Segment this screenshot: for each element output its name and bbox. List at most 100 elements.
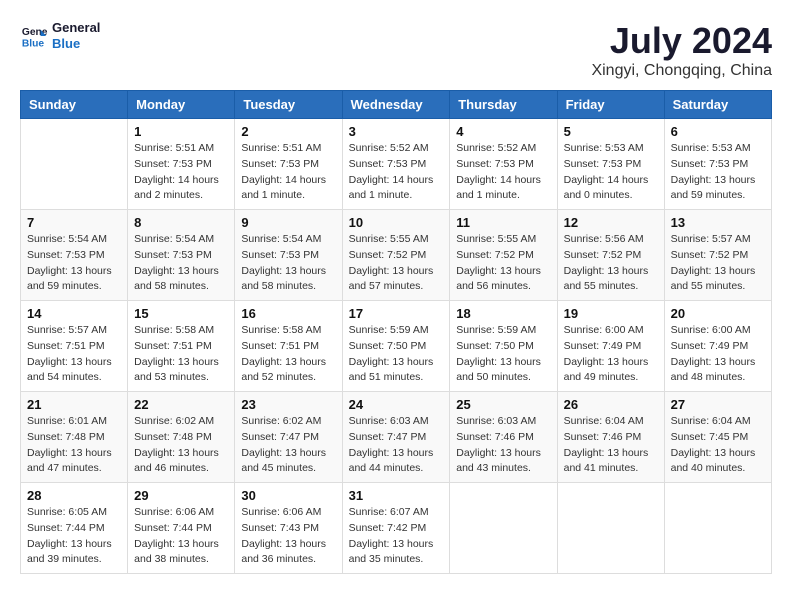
col-header-friday: Friday	[557, 91, 664, 119]
day-number: 5	[564, 124, 658, 139]
day-number: 19	[564, 306, 658, 321]
day-number: 12	[564, 215, 658, 230]
calendar-cell	[21, 119, 128, 210]
day-number: 14	[27, 306, 121, 321]
calendar-cell: 4Sunrise: 5:52 AMSunset: 7:53 PMDaylight…	[450, 119, 557, 210]
day-info: Sunrise: 5:55 AMSunset: 7:52 PMDaylight:…	[349, 232, 444, 295]
day-number: 6	[671, 124, 765, 139]
week-row-4: 21 Sunrise: 6:01 AMSunset: 7:48 PMDayligh…	[21, 392, 772, 483]
day-info: Sunrise: 6:00 AMSunset: 7:49 PMDaylight:…	[671, 323, 765, 386]
calendar-cell: 11Sunrise: 5:55 AMSunset: 7:52 PMDayligh…	[450, 210, 557, 301]
calendar-cell: 7Sunrise: 5:54 AMSunset: 7:53 PMDaylight…	[21, 210, 128, 301]
day-info: Sunrise: 6:01 AMSunset: 7:48 PMDaylight:…	[27, 414, 121, 477]
day-number: 18	[456, 306, 550, 321]
day-number: 28	[27, 488, 121, 503]
day-info: Sunrise: 6:06 AMSunset: 7:43 PMDaylight:…	[241, 505, 335, 568]
day-number: 20	[671, 306, 765, 321]
day-info: Sunrise: 5:54 AMSunset: 7:53 PMDaylight:…	[27, 232, 121, 295]
day-info: Sunrise: 6:02 AMSunset: 7:47 PMDaylight:…	[241, 414, 335, 477]
calendar-cell: 21 Sunrise: 6:01 AMSunset: 7:48 PMDayligh…	[21, 392, 128, 483]
day-number: 25	[456, 397, 550, 412]
day-number: 17	[349, 306, 444, 321]
col-header-monday: Monday	[128, 91, 235, 119]
day-info: Sunrise: 5:58 AMSunset: 7:51 PMDaylight:…	[241, 323, 335, 386]
calendar-cell: 6 Sunrise: 5:53 AMSunset: 7:53 PMDaylight…	[664, 119, 771, 210]
calendar-cell: 12Sunrise: 5:56 AMSunset: 7:52 PMDayligh…	[557, 210, 664, 301]
day-info: Sunrise: 6:04 AMSunset: 7:46 PMDaylight:…	[564, 414, 658, 477]
calendar-cell: 2Sunrise: 5:51 AMSunset: 7:53 PMDaylight…	[235, 119, 342, 210]
logo: General Blue General Blue	[20, 20, 100, 51]
day-info: Sunrise: 5:54 AMSunset: 7:53 PMDaylight:…	[241, 232, 335, 295]
calendar-cell: 17 Sunrise: 5:59 AMSunset: 7:50 PMDayligh…	[342, 301, 450, 392]
day-info: Sunrise: 6:05 AMSunset: 7:44 PMDaylight:…	[27, 505, 121, 568]
title-area: July 2024 Xingyi, Chongqing, China	[591, 20, 772, 80]
calendar-cell: 8Sunrise: 5:54 AMSunset: 7:53 PMDaylight…	[128, 210, 235, 301]
week-row-3: 14 Sunrise: 5:57 AMSunset: 7:51 PMDayligh…	[21, 301, 772, 392]
week-row-2: 7Sunrise: 5:54 AMSunset: 7:53 PMDaylight…	[21, 210, 772, 301]
day-number: 8	[134, 215, 228, 230]
calendar-cell: 18 Sunrise: 5:59 AMSunset: 7:50 PMDayligh…	[450, 301, 557, 392]
day-number: 24	[349, 397, 444, 412]
col-header-tuesday: Tuesday	[235, 91, 342, 119]
calendar-cell	[664, 483, 771, 574]
calendar-cell: 25 Sunrise: 6:03 AMSunset: 7:46 PMDayligh…	[450, 392, 557, 483]
calendar-cell: 28 Sunrise: 6:05 AMSunset: 7:44 PMDayligh…	[21, 483, 128, 574]
calendar-cell: 10 Sunrise: 5:55 AMSunset: 7:52 PMDayligh…	[342, 210, 450, 301]
main-title: July 2024	[591, 20, 772, 62]
calendar-cell: 5 Sunrise: 5:53 AMSunset: 7:53 PMDaylight…	[557, 119, 664, 210]
calendar-cell: 23Sunrise: 6:02 AMSunset: 7:47 PMDayligh…	[235, 392, 342, 483]
calendar-cell: 15 Sunrise: 5:58 AMSunset: 7:51 PMDayligh…	[128, 301, 235, 392]
day-info: Sunrise: 5:59 AMSunset: 7:50 PMDaylight:…	[349, 323, 444, 386]
day-info: Sunrise: 6:00 AMSunset: 7:49 PMDaylight:…	[564, 323, 658, 386]
day-number: 26	[564, 397, 658, 412]
header: General Blue General Blue July 2024 Xing…	[20, 20, 772, 80]
day-number: 21	[27, 397, 121, 412]
day-number: 16	[241, 306, 335, 321]
day-number: 13	[671, 215, 765, 230]
calendar-header-row: SundayMondayTuesdayWednesdayThursdayFrid…	[21, 91, 772, 119]
day-info: Sunrise: 5:53 AMSunset: 7:53 PMDaylight:…	[564, 141, 658, 204]
day-number: 9	[241, 215, 335, 230]
day-info: Sunrise: 6:07 AMSunset: 7:42 PMDaylight:…	[349, 505, 444, 568]
logo-line2: Blue	[52, 36, 100, 52]
day-info: Sunrise: 5:53 AMSunset: 7:53 PMDaylight:…	[671, 141, 765, 204]
day-number: 15	[134, 306, 228, 321]
logo-icon: General Blue	[20, 22, 48, 50]
day-number: 3	[349, 124, 444, 139]
day-info: Sunrise: 6:02 AMSunset: 7:48 PMDaylight:…	[134, 414, 228, 477]
day-number: 10	[349, 215, 444, 230]
day-info: Sunrise: 5:58 AMSunset: 7:51 PMDaylight:…	[134, 323, 228, 386]
calendar: SundayMondayTuesdayWednesdayThursdayFrid…	[20, 90, 772, 574]
calendar-cell	[450, 483, 557, 574]
day-number: 22	[134, 397, 228, 412]
day-info: Sunrise: 6:03 AMSunset: 7:46 PMDaylight:…	[456, 414, 550, 477]
calendar-cell: 30Sunrise: 6:06 AMSunset: 7:43 PMDayligh…	[235, 483, 342, 574]
calendar-cell: 1 Sunrise: 5:51 AMSunset: 7:53 PMDaylight…	[128, 119, 235, 210]
day-number: 4	[456, 124, 550, 139]
day-info: Sunrise: 6:03 AMSunset: 7:47 PMDaylight:…	[349, 414, 444, 477]
day-info: Sunrise: 6:04 AMSunset: 7:45 PMDaylight:…	[671, 414, 765, 477]
col-header-wednesday: Wednesday	[342, 91, 450, 119]
calendar-cell: 20 Sunrise: 6:00 AMSunset: 7:49 PMDayligh…	[664, 301, 771, 392]
calendar-cell: 26 Sunrise: 6:04 AMSunset: 7:46 PMDayligh…	[557, 392, 664, 483]
day-info: Sunrise: 5:51 AMSunset: 7:53 PMDaylight:…	[134, 141, 228, 204]
col-header-thursday: Thursday	[450, 91, 557, 119]
calendar-cell: 3Sunrise: 5:52 AMSunset: 7:53 PMDaylight…	[342, 119, 450, 210]
day-number: 2	[241, 124, 335, 139]
svg-text:General: General	[22, 27, 48, 38]
calendar-cell: 19 Sunrise: 6:00 AMSunset: 7:49 PMDayligh…	[557, 301, 664, 392]
day-number: 31	[349, 488, 444, 503]
calendar-cell: 9 Sunrise: 5:54 AMSunset: 7:53 PMDaylight…	[235, 210, 342, 301]
calendar-cell: 14 Sunrise: 5:57 AMSunset: 7:51 PMDayligh…	[21, 301, 128, 392]
svg-text:Blue: Blue	[22, 38, 45, 49]
calendar-cell: 22 Sunrise: 6:02 AMSunset: 7:48 PMDayligh…	[128, 392, 235, 483]
calendar-cell	[557, 483, 664, 574]
calendar-cell: 16 Sunrise: 5:58 AMSunset: 7:51 PMDayligh…	[235, 301, 342, 392]
day-info: Sunrise: 5:57 AMSunset: 7:52 PMDaylight:…	[671, 232, 765, 295]
day-info: Sunrise: 5:57 AMSunset: 7:51 PMDaylight:…	[27, 323, 121, 386]
col-header-saturday: Saturday	[664, 91, 771, 119]
day-info: Sunrise: 6:06 AMSunset: 7:44 PMDaylight:…	[134, 505, 228, 568]
week-row-5: 28 Sunrise: 6:05 AMSunset: 7:44 PMDayligh…	[21, 483, 772, 574]
day-number: 1	[134, 124, 228, 139]
day-info: Sunrise: 5:59 AMSunset: 7:50 PMDaylight:…	[456, 323, 550, 386]
